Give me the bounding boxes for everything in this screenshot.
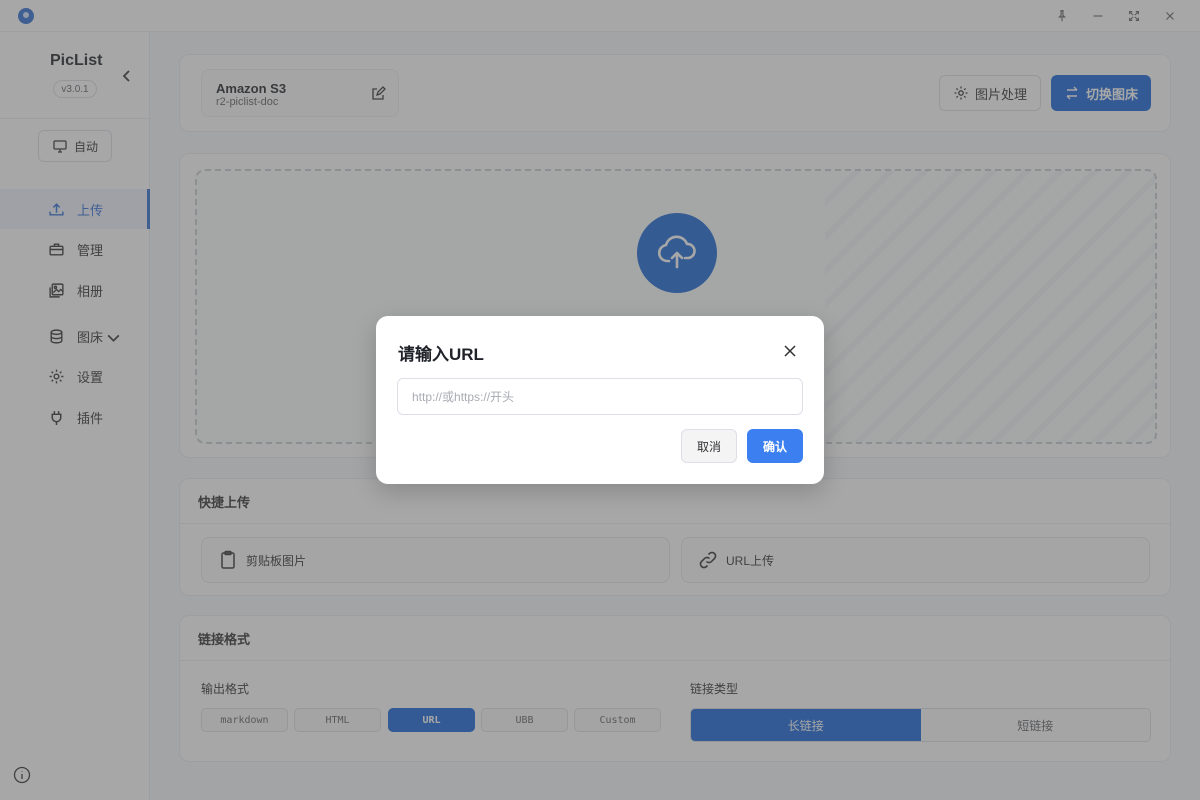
url-input[interactable] xyxy=(397,378,803,415)
cancel-button[interactable]: 取消 xyxy=(681,429,737,463)
close-icon[interactable] xyxy=(782,343,798,359)
confirm-button[interactable]: 确认 xyxy=(747,429,803,463)
url-input-dialog: 请输入URL 取消 确认 xyxy=(376,316,824,484)
dialog-title: 请输入URL xyxy=(398,345,484,364)
